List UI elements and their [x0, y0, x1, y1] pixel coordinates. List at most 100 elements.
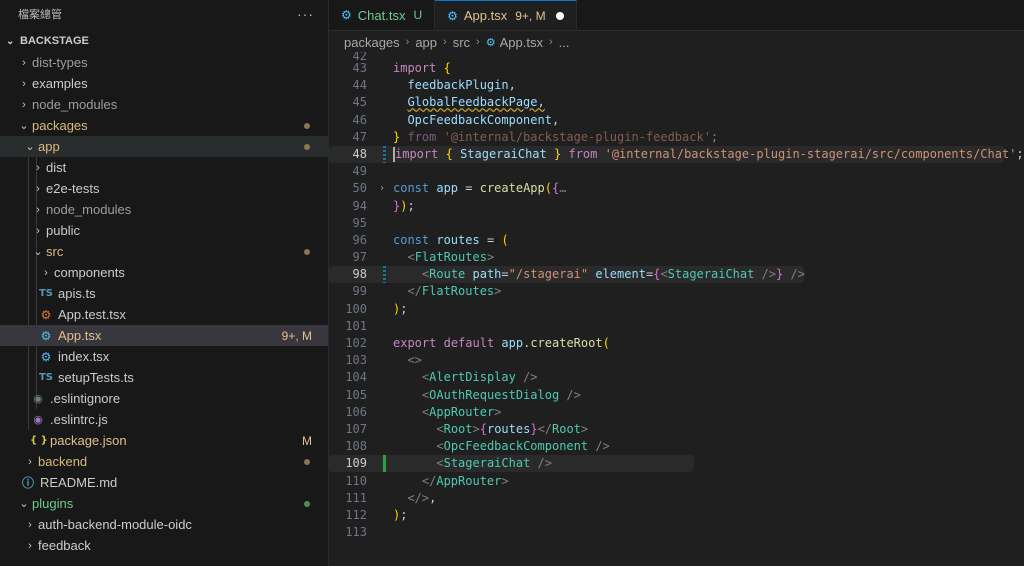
- line-number: 113: [345, 525, 367, 540]
- tree-file-readme[interactable]: ⓘ README.md: [0, 472, 328, 493]
- tree-label: app: [38, 139, 60, 154]
- tree-label: packages: [32, 118, 88, 133]
- line-number: 105: [345, 387, 367, 402]
- tree-folder-node-modules[interactable]: › node_modules: [0, 94, 328, 115]
- jsx-tag: OAuthRequestDialog: [429, 387, 560, 402]
- tree-file-eslintignore[interactable]: ◉ .eslintignore: [0, 388, 328, 409]
- chevron-right-icon: ›: [22, 98, 26, 111]
- string: '@internal/backstage-plugin-feedback': [443, 129, 711, 144]
- chevron-right-icon: ›: [44, 266, 48, 279]
- jsx-tag: AppRouter: [429, 404, 495, 419]
- tree-folder-examples[interactable]: › examples: [0, 73, 328, 94]
- identifier: OpcFeedbackComponent,: [407, 112, 560, 127]
- tree-label: dist: [46, 160, 67, 175]
- line-number: 97: [352, 250, 367, 265]
- tree-folder-src[interactable]: ⌄ src: [0, 241, 328, 262]
- jsx-attr: path: [472, 267, 502, 282]
- tree-folder-app[interactable]: ⌄ app: [0, 136, 328, 157]
- chevron-down-icon: ⌄: [33, 246, 43, 258]
- jsx-tag: AppRouter: [436, 473, 502, 488]
- chevron-right-icon: ›: [28, 455, 32, 468]
- line-number: 50: [352, 181, 367, 196]
- identifier: GlobalFeedbackPage,: [407, 95, 545, 110]
- code-line: 106 <AppRouter>: [329, 404, 1024, 421]
- breadcrumb-item[interactable]: ...: [559, 35, 570, 50]
- tree-folder-feedback[interactable]: › feedback: [0, 535, 328, 556]
- chevron-right-icon: ›: [36, 224, 40, 237]
- tree-folder-auth-backend-module-oidc[interactable]: › auth-backend-module-oidc: [0, 514, 328, 535]
- tab-app-tsx[interactable]: ⚙ App.tsx 9+, M: [435, 0, 577, 30]
- chevron-right-icon: ›: [22, 56, 26, 69]
- tree-label: package.json: [50, 433, 127, 448]
- tab-status: U: [413, 8, 423, 22]
- line-number: 111: [345, 490, 367, 505]
- tree-label: App.tsx: [58, 328, 102, 343]
- function-name: createApp: [479, 181, 545, 196]
- keyword: const: [393, 181, 430, 196]
- tree-label: README.md: [40, 475, 118, 490]
- folded-ellipsis[interactable]: …: [559, 181, 566, 195]
- more-actions-icon[interactable]: ···: [297, 6, 314, 22]
- code-line: 94});: [329, 198, 1024, 215]
- react-file-icon: ⚙: [40, 328, 52, 343]
- json-file-icon: { }: [30, 435, 48, 446]
- breadcrumb-item[interactable]: App.tsx: [500, 35, 543, 50]
- tree-label: setupTests.ts: [58, 370, 134, 385]
- tree-folder-backend[interactable]: › backend: [0, 451, 328, 472]
- tree-file-apis-ts[interactable]: TS apis.ts: [0, 283, 328, 304]
- react-file-icon: ⚙: [40, 349, 52, 364]
- identifier: routes: [436, 232, 480, 247]
- tree-file-eslintrc-js[interactable]: ◉ .eslintrc.js: [0, 409, 328, 430]
- identifier: routes: [486, 421, 531, 436]
- tree-file-setuptests-ts[interactable]: TS setupTests.ts: [0, 367, 328, 388]
- unsaved-dot-icon[interactable]: [555, 11, 564, 20]
- code-editor[interactable]: 42 43 import { 44 feedbackPlugin, 45 Glob…: [329, 52, 1024, 566]
- modified-dot: [304, 248, 310, 255]
- tree-folder-e2e-tests[interactable]: › e2e-tests: [0, 178, 328, 199]
- code-line: 42: [329, 52, 1024, 60]
- identifier: feedbackPlugin,: [407, 78, 516, 93]
- code-line: 99 </FlatRoutes>: [329, 283, 1024, 300]
- chevron-right-icon: ›: [22, 77, 26, 90]
- tree-folder-packages[interactable]: ⌄ packages: [0, 115, 328, 136]
- tree-folder-public[interactable]: › public: [0, 220, 328, 241]
- jsx-tag: StageraiChat: [667, 267, 755, 282]
- code-line: 50 › const app = createApp({…: [329, 180, 1024, 197]
- tree-folder-dist-types[interactable]: › dist-types: [0, 52, 328, 73]
- tree-folder-dist[interactable]: › dist: [0, 157, 328, 178]
- tree-folder-plugins[interactable]: ⌄ plugins: [0, 493, 328, 514]
- line-number: 46: [352, 112, 367, 127]
- fold-chevron-icon[interactable]: ›: [379, 180, 385, 197]
- code-line: 101: [329, 318, 1024, 335]
- jsx-tag: Root: [443, 421, 473, 436]
- breadcrumb-item[interactable]: app: [415, 35, 437, 50]
- tree-file-app-tsx[interactable]: ⚙ App.tsx 9+, M: [0, 325, 328, 346]
- tree-folder-components[interactable]: › components: [0, 262, 328, 283]
- breadcrumb-item[interactable]: packages: [344, 35, 400, 50]
- code-line-current: 48 import { StageraiChat } from '@interna…: [329, 145, 1024, 163]
- tree-file-package-json[interactable]: { } package.json M: [0, 430, 328, 451]
- chevron-right-icon: ›: [36, 203, 40, 216]
- line-number: 108: [345, 439, 367, 454]
- editor-tabs: ⚙ Chat.tsx U ⚙ App.tsx 9+, M: [329, 0, 1024, 31]
- eslint-ignore-icon: ◉: [33, 392, 43, 405]
- tab-label: Chat.tsx: [357, 7, 406, 23]
- tree-folder-node-modules[interactable]: › node_modules: [0, 199, 328, 220]
- line-number: 100: [345, 301, 367, 316]
- workspace-section-header[interactable]: ⌄ BACKSTAGE: [0, 30, 328, 52]
- chevron-down-icon: ⌄: [19, 498, 29, 510]
- tab-chat-tsx[interactable]: ⚙ Chat.tsx U: [329, 0, 436, 30]
- modified-dot: [304, 122, 310, 129]
- jsx-tag: FlatRoutes: [421, 284, 495, 299]
- jsx-tag: Root: [552, 421, 581, 436]
- tree-label: feedback: [38, 538, 91, 553]
- code-line: 49: [329, 163, 1024, 180]
- tree-file-app-test-tsx[interactable]: ⚙ App.test.tsx: [0, 304, 328, 325]
- modified-line-marker: [383, 145, 386, 163]
- line-number: 95: [352, 215, 367, 230]
- keyword: export: [393, 336, 437, 350]
- tree-file-index-tsx[interactable]: ⚙ index.tsx: [0, 346, 328, 367]
- breadcrumb-item[interactable]: src: [453, 35, 470, 50]
- added-line-marker: [383, 455, 386, 473]
- keyword: from: [568, 146, 598, 161]
